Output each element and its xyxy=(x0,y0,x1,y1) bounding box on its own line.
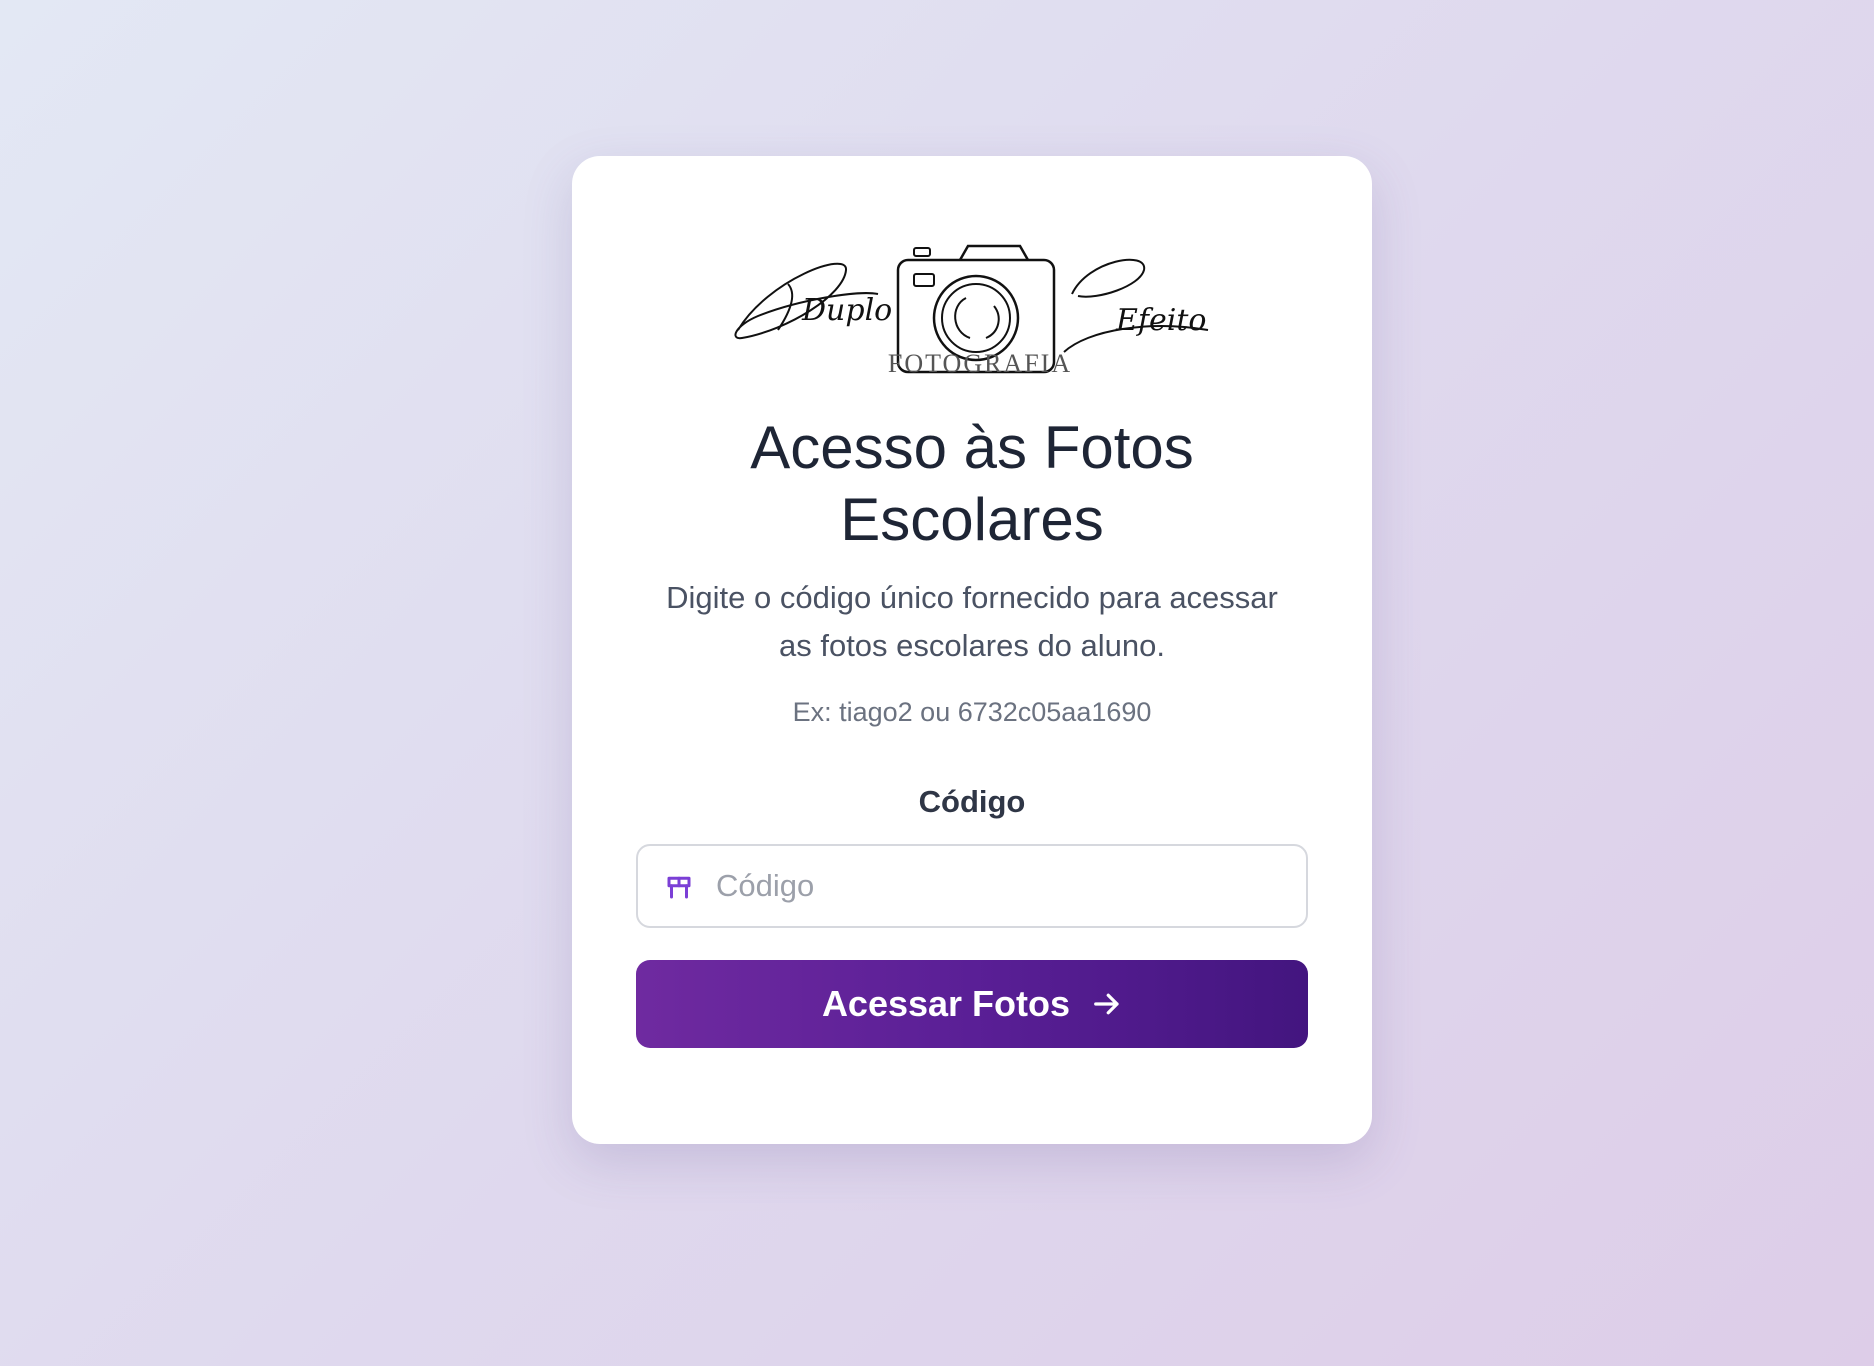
access-photos-button-label: Acessar Fotos xyxy=(821,983,1071,1024)
ticket-icon xyxy=(664,872,694,902)
login-card: Duplo Efeito FOTOGRAFIA Acesso às Fotos … xyxy=(572,156,1372,1144)
code-input[interactable] xyxy=(716,846,1286,926)
code-field[interactable] xyxy=(636,844,1308,928)
page-description-line1: Digite o código único fornecido para ace… xyxy=(666,580,1278,615)
page-title-line2: Escolares xyxy=(840,486,1104,553)
access-photos-button[interactable]: Acessar Fotos xyxy=(636,960,1308,1048)
arrow-right-icon xyxy=(1092,989,1122,1019)
page-title-line1: Acesso às Fotos xyxy=(750,414,1194,481)
page-description-line2: as fotos escolares do aluno. xyxy=(778,628,1166,663)
code-label: Código xyxy=(918,784,1026,819)
page-title: Acesso às Fotos Escolares xyxy=(632,412,1312,556)
logo-script-right: Efeito xyxy=(1115,303,1206,338)
logo-subtitle: FOTOGRAFIA xyxy=(888,349,1072,378)
brand-logo: Duplo Efeito FOTOGRAFIA xyxy=(728,220,1216,380)
page-description: Digite o código único fornecido para ace… xyxy=(642,574,1302,670)
logo-script-left: Duplo xyxy=(801,293,892,328)
code-example-hint: Ex: tiago2 ou 6732c05aa1690 xyxy=(792,697,1152,727)
camera-icon: Duplo Efeito FOTOGRAFIA xyxy=(734,244,1209,378)
